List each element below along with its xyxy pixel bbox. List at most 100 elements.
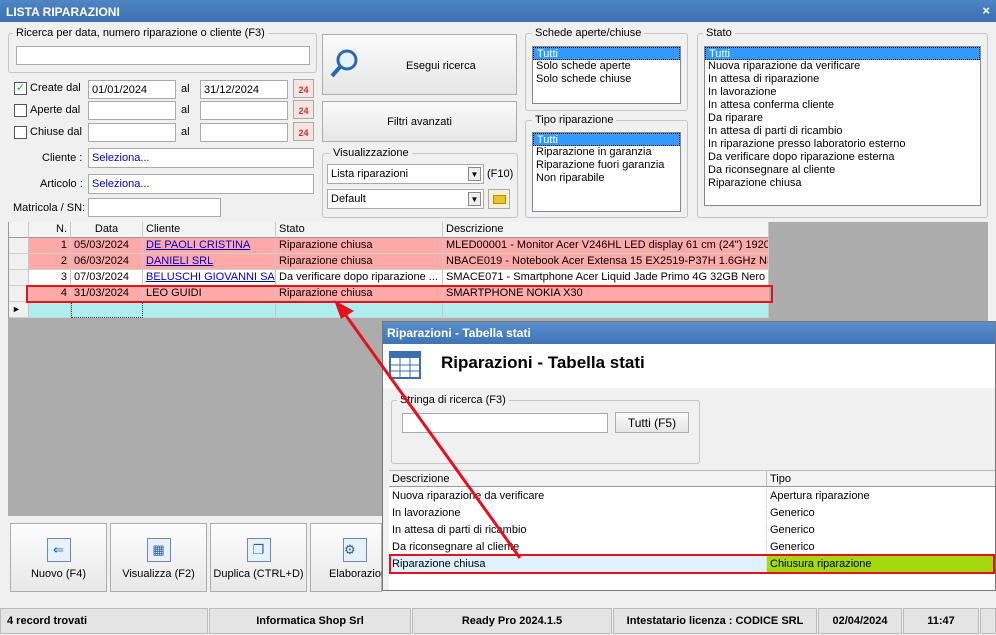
list-item[interactable]: Da riparare (705, 112, 980, 125)
matricola-field[interactable] (88, 198, 221, 217)
header-cliente[interactable]: Cliente (143, 222, 276, 238)
tipo-list[interactable]: Tutti Riparazione in garanzia Riparazion… (532, 132, 681, 212)
list-item[interactable]: Tutti (533, 47, 680, 60)
new-button[interactable]: ⇐ Nuovo (F4) (10, 523, 107, 592)
view-select-value: Lista riparazioni (331, 168, 409, 180)
cell-stato: Riparazione chiusa (276, 254, 443, 270)
row-selector[interactable] (9, 254, 29, 270)
dialog-search-label: Stringa di ricerca (F3) (397, 394, 509, 406)
closed-label: Chiuse dal (30, 126, 82, 138)
list-item[interactable]: Da verificare dopo riparazione esterna (705, 151, 980, 164)
new-row-cell[interactable] (71, 302, 143, 318)
cell-tipo[interactable]: Generico (767, 505, 995, 521)
states-dialog: Riparazioni - Tabella stati Riparazioni … (382, 321, 996, 591)
cliente-field[interactable]: Seleziona... (88, 148, 314, 168)
list-item[interactable]: Riparazione chiusa (705, 177, 980, 190)
header-descrizione[interactable]: Descrizione (443, 222, 769, 238)
al-label: al (181, 126, 190, 138)
al-label: al (181, 104, 190, 116)
list-item[interactable]: Tutti (533, 133, 680, 146)
search-button-label: Esegui ricerca (406, 60, 476, 72)
closed-from-field[interactable] (88, 123, 176, 142)
cell-descrizione[interactable]: In lavorazione (389, 505, 767, 521)
calendar-icon[interactable]: 24 (293, 100, 314, 119)
process-button[interactable]: ⚙ Elaborazion (310, 523, 387, 592)
opened-from-field[interactable] (88, 101, 176, 120)
opened-checkbox[interactable] (14, 104, 27, 117)
advanced-filters-button[interactable]: Filtri avanzati (322, 101, 517, 142)
all-button[interactable]: Tutti (F5) (615, 412, 689, 433)
list-item[interactable]: Riparazione in garanzia (533, 146, 680, 159)
articolo-field[interactable]: Seleziona... (88, 174, 314, 194)
list-item[interactable]: Non riparabile (533, 172, 680, 185)
cell-cliente[interactable]: BELUSCHI GIOVANNI SAS (143, 270, 276, 286)
status-date: 02/04/2024 (818, 608, 902, 634)
header-descrizione[interactable]: Descrizione (389, 471, 767, 487)
row-selector[interactable] (9, 238, 29, 254)
stato-list[interactable]: Tutti Nuova riparazione da verificare In… (704, 46, 981, 206)
row-selector[interactable] (9, 270, 29, 286)
list-item[interactable]: Tutti (705, 47, 980, 60)
new-row-cell[interactable] (143, 302, 276, 318)
list-item[interactable]: Riparazione fuori garanzia (533, 159, 680, 172)
schede-list[interactable]: Tutti Solo schede aperte Solo schede chi… (532, 46, 681, 104)
table-row[interactable]: 3 07/03/2024 BELUSCHI GIOVANNI SAS Da ve… (9, 270, 769, 286)
new-row-cell[interactable] (276, 302, 443, 318)
list-item[interactable]: In lavorazione (705, 86, 980, 99)
row-pointer-icon: ► (9, 302, 29, 318)
closed-to-field[interactable] (200, 123, 288, 142)
cell-tipo[interactable]: Generico (767, 522, 995, 538)
chevron-down-icon[interactable]: ▼ (468, 167, 481, 181)
header-tipo[interactable]: Tipo (767, 471, 995, 487)
list-item[interactable]: Nuova riparazione da verificare (705, 60, 980, 73)
created-from-field[interactable]: 01/01/2024 (88, 80, 176, 99)
table-row[interactable]: 2 06/03/2024 DANIELI SRL Riparazione chi… (9, 254, 769, 270)
table-row[interactable]: 1 05/03/2024 DE PAOLI CRISTINA Riparazio… (9, 238, 769, 254)
cell-descrizione[interactable]: Da riconsegnare al cliente (389, 539, 767, 555)
tipo-label: Tipo riparazione (532, 114, 617, 126)
layout-select[interactable]: Default ▼ (327, 189, 484, 209)
table-icon (389, 351, 421, 379)
matricola-label: Matricola / SN: (13, 202, 86, 214)
search-input[interactable] (16, 46, 310, 65)
new-row-cell[interactable] (29, 302, 71, 318)
grid-header-row: N. Data Cliente Stato Descrizione (9, 222, 769, 238)
cell-cliente[interactable]: DE PAOLI CRISTINA (143, 238, 276, 254)
calendar-icon[interactable]: 24 (293, 79, 314, 98)
header-data[interactable]: Data (71, 222, 143, 238)
header-n[interactable]: N. (29, 222, 71, 238)
new-row-cell[interactable] (443, 302, 769, 318)
new-row[interactable]: ► (9, 302, 769, 318)
cell-tipo[interactable]: Apertura riparazione (767, 488, 995, 504)
duplicate-button[interactable]: ❐ Duplica (CTRL+D) (210, 523, 307, 592)
dialog-search-input[interactable] (402, 413, 608, 433)
list-item[interactable]: In attesa di riparazione (705, 73, 980, 86)
closed-checkbox[interactable] (14, 126, 27, 139)
created-checkbox[interactable]: ✓ (14, 82, 27, 95)
new-record-icon: ⇐ (46, 538, 71, 562)
list-item[interactable]: In attesa conferma cliente (705, 99, 980, 112)
opened-to-field[interactable] (200, 101, 288, 120)
list-item[interactable]: Solo schede aperte (533, 60, 680, 73)
list-item[interactable]: In riparazione presso laboratorio estern… (705, 138, 980, 151)
new-button-label: Nuovo (F4) (30, 568, 87, 580)
resize-grip[interactable] (980, 608, 996, 634)
folder-icon[interactable] (488, 189, 510, 209)
list-item[interactable]: In attesa di parti di ricambio (705, 125, 980, 138)
cell-tipo[interactable]: Generico (767, 539, 995, 555)
header-stato[interactable]: Stato (276, 222, 443, 238)
cell-descrizione[interactable]: Nuova riparazione da verificare (389, 488, 767, 504)
list-item[interactable]: Solo schede chiuse (533, 73, 680, 86)
chevron-down-icon[interactable]: ▼ (468, 192, 481, 206)
created-to-field[interactable]: 31/12/2024 (200, 80, 288, 99)
view-button[interactable]: ▦ Visualizza (F2) (110, 523, 207, 592)
highlight-box (26, 285, 773, 303)
close-icon[interactable]: × (982, 3, 990, 18)
calendar-icon[interactable]: 24 (293, 122, 314, 141)
cell-n: 1 (29, 238, 71, 254)
view-select[interactable]: Lista riparazioni ▼ (327, 164, 484, 184)
list-item[interactable]: Da riconsegnare al cliente (705, 164, 980, 177)
cell-descrizione[interactable]: In attesa di parti di ricambio (389, 522, 767, 538)
cell-cliente[interactable]: DANIELI SRL (143, 254, 276, 270)
search-button[interactable]: Esegui ricerca (322, 34, 517, 95)
